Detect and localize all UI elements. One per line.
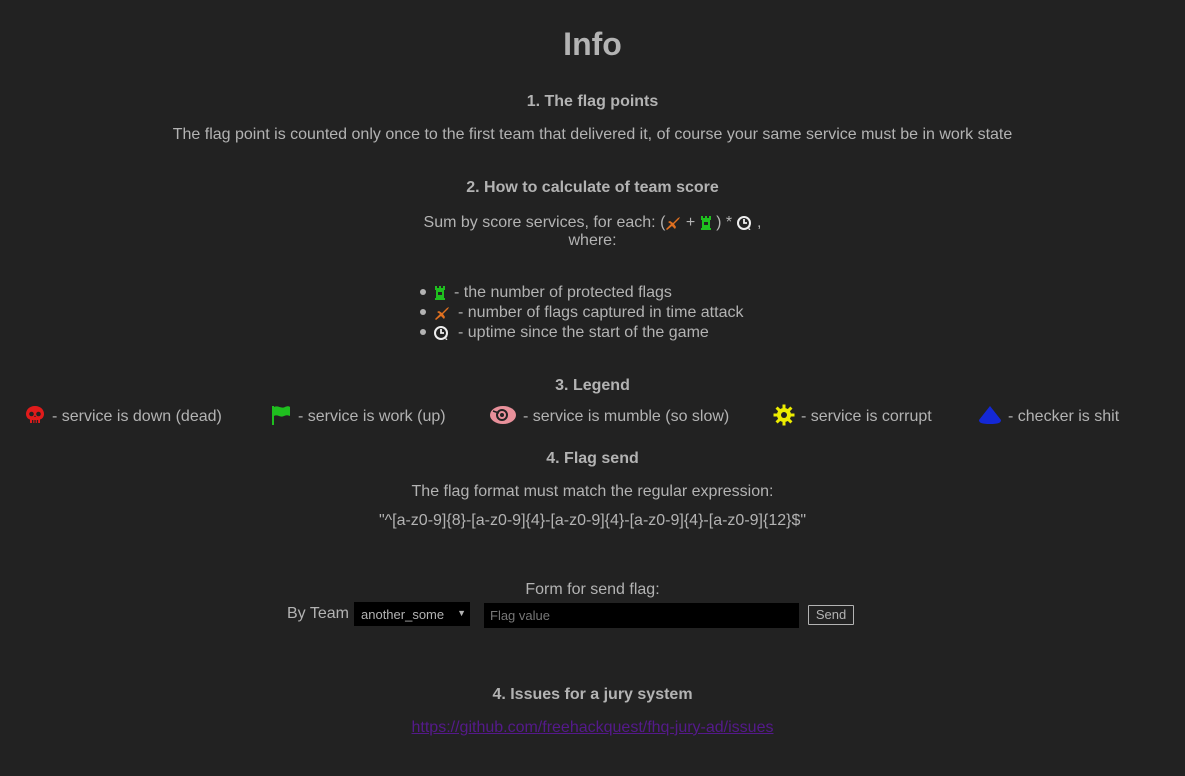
svg-text:t: t bbox=[445, 335, 448, 341]
tower-icon bbox=[700, 215, 712, 231]
legend-heading: 3. Legend bbox=[555, 377, 630, 394]
definition-text: - number of flags captured in time attac… bbox=[458, 304, 744, 321]
score-formula: Sum by score services, for each: ( + ) *… bbox=[0, 214, 1185, 232]
gear-icon bbox=[773, 404, 795, 426]
flag-value-input[interactable] bbox=[484, 603, 799, 628]
issues-link-wrapper: https://github.com/freehackquest/fhq-jur… bbox=[0, 719, 1185, 737]
form-label: Form for send flag: bbox=[525, 581, 660, 598]
flag-points-heading: 1. The flag points bbox=[526, 93, 659, 110]
snail-icon bbox=[489, 405, 517, 425]
definition-item: - the number of protected flags bbox=[420, 283, 743, 303]
formula-where: where: bbox=[568, 232, 617, 249]
team-select[interactable]: another_some bbox=[354, 602, 470, 626]
jet-icon bbox=[665, 216, 681, 230]
issues-link[interactable]: https://github.com/freehackquest/fhq-jur… bbox=[412, 719, 774, 736]
jet-icon bbox=[434, 306, 450, 320]
legend-text: - checker is shit bbox=[1008, 408, 1120, 425]
flag-icon bbox=[270, 404, 292, 426]
flag-format-text: The flag format must match the regular e… bbox=[411, 483, 774, 500]
team-select-wrapper: another_some ▼ bbox=[354, 602, 470, 626]
score-definitions: - the number of protected flags - number… bbox=[420, 283, 743, 343]
definition-text: - uptime since the start of the game bbox=[458, 324, 709, 341]
definition-item: t - uptime since the start of the game bbox=[420, 323, 743, 343]
legend-text: - service is corrupt bbox=[801, 408, 932, 425]
triangle-icon bbox=[978, 405, 1002, 425]
issues-heading: 4. Issues for a jury system bbox=[492, 686, 693, 703]
svg-text:t: t bbox=[748, 225, 751, 231]
formula-plus: + bbox=[685, 214, 696, 231]
formula-close: ) * bbox=[716, 214, 733, 231]
legend-item-down: - service is down (dead) bbox=[24, 405, 222, 429]
flag-points-text: The flag point is counted only once to t… bbox=[172, 126, 1013, 143]
legend-text: - service is down (dead) bbox=[52, 408, 222, 425]
flag-send-heading: 4. Flag send bbox=[546, 450, 639, 467]
definition-item: - number of flags captured in time attac… bbox=[420, 303, 743, 323]
uptime-clock-icon: t bbox=[736, 215, 753, 231]
tower-icon bbox=[434, 285, 446, 301]
formula-comma: , bbox=[757, 214, 762, 231]
by-team-label: By Team bbox=[287, 605, 349, 622]
legend-text: - service is work (up) bbox=[298, 408, 446, 425]
legend-text: - service is mumble (so slow) bbox=[523, 408, 730, 425]
formula-prefix: Sum by score services, for each: ( bbox=[423, 214, 666, 231]
page-title: Info bbox=[563, 26, 622, 62]
legend-item-checker: - checker is shit bbox=[978, 405, 1119, 429]
skull-icon bbox=[24, 404, 46, 426]
uptime-clock-icon: t bbox=[434, 325, 450, 341]
send-button[interactable]: Send bbox=[808, 605, 854, 625]
legend-item-mumble: - service is mumble (so slow) bbox=[489, 405, 729, 429]
definition-text: - the number of protected flags bbox=[454, 284, 672, 301]
legend-item-up: - service is work (up) bbox=[270, 405, 446, 429]
legend-item-corrupt: - service is corrupt bbox=[773, 404, 932, 429]
team-score-heading: 2. How to calculate of team score bbox=[466, 179, 719, 196]
flag-regex: "^[a-z0-9]{8}-[a-z0-9]{4}-[a-z0-9]{4}-[a… bbox=[378, 512, 807, 529]
